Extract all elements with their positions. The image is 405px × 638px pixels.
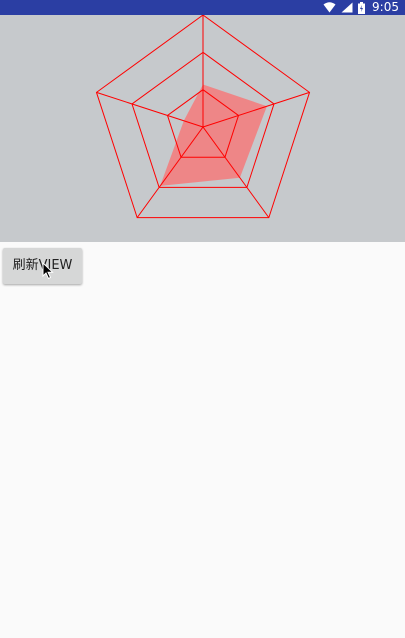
battery-icon bbox=[358, 1, 366, 14]
wifi-icon bbox=[323, 2, 336, 13]
radar-chart-area bbox=[0, 15, 405, 242]
signal-icon bbox=[341, 2, 353, 13]
mouse-cursor-icon bbox=[42, 262, 54, 280]
radar-data-area bbox=[160, 84, 267, 186]
clock: 9:05 bbox=[372, 0, 399, 14]
status-icons: 9:05 bbox=[323, 0, 399, 15]
status-bar: 9:05 bbox=[0, 0, 405, 15]
radar-axis-line bbox=[96, 91, 204, 128]
radar-chart bbox=[95, 15, 311, 219]
